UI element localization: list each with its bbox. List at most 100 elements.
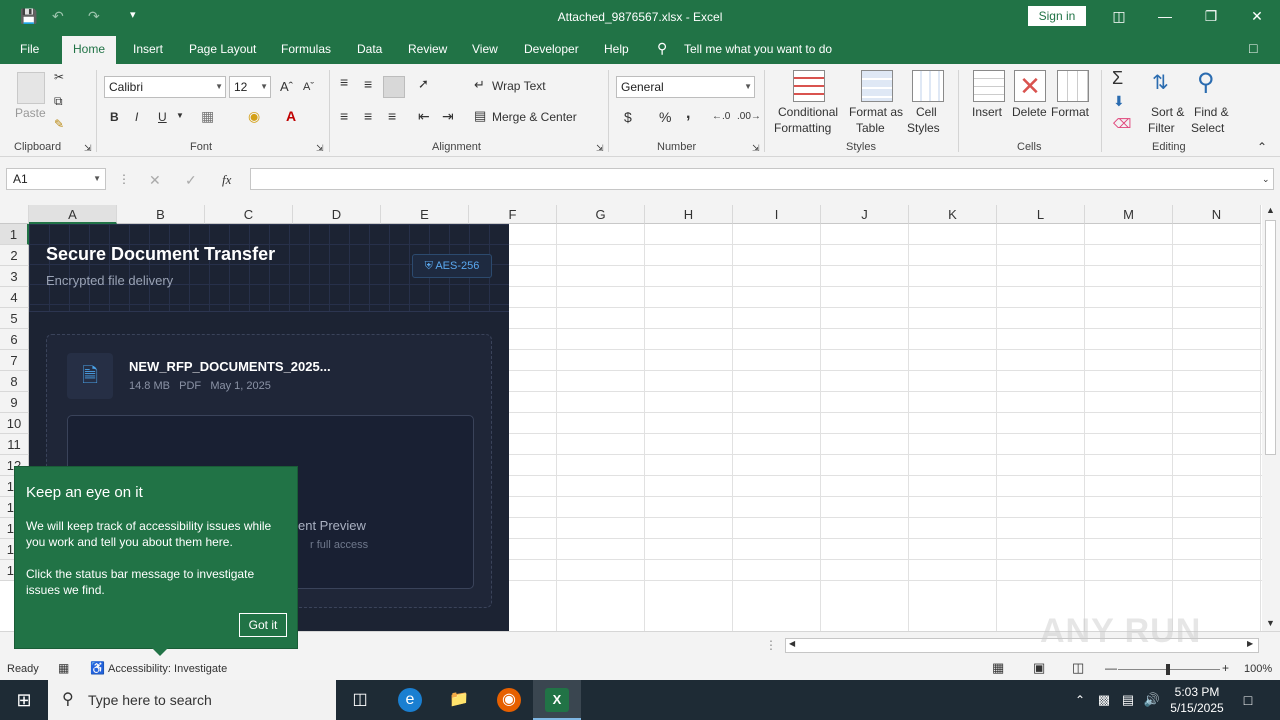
merge-center-icon[interactable]: ▤ xyxy=(474,108,486,124)
confirm-entry-icon[interactable]: ✓ xyxy=(185,172,197,189)
currency-button[interactable]: $ xyxy=(624,109,632,125)
tab-help[interactable]: Help xyxy=(604,42,629,56)
row-header-2[interactable]: 2 xyxy=(0,245,29,266)
borders-icon[interactable]: ▦ xyxy=(201,108,214,125)
sort-filter-label2[interactable]: Filter xyxy=(1148,121,1175,135)
row-header-1[interactable]: 1 xyxy=(0,224,29,245)
column-header-e[interactable]: E xyxy=(381,205,469,224)
ribbon-display-icon[interactable]: ◫ xyxy=(1096,0,1142,33)
italic-button[interactable]: I xyxy=(135,110,138,124)
column-header-k[interactable]: K xyxy=(909,205,997,224)
cell-styles-label[interactable]: Cell xyxy=(916,105,937,119)
increase-indent-icon[interactable]: ⇥ xyxy=(442,108,454,125)
paste-button[interactable]: Paste xyxy=(15,106,46,120)
find-select-icon[interactable]: ⚲ xyxy=(1197,68,1215,97)
sort-filter-label[interactable]: Sort & xyxy=(1151,105,1184,119)
alignment-launcher-icon[interactable]: ⇲ xyxy=(596,143,604,154)
font-size-combo[interactable]: 12 ▼ xyxy=(229,76,271,98)
font-launcher-icon[interactable]: ⇲ xyxy=(316,143,324,154)
fill-color-icon[interactable]: ◉ xyxy=(248,108,260,125)
formula-input[interactable] xyxy=(250,168,1274,190)
fill-icon[interactable]: ⬇ xyxy=(1113,93,1125,110)
collapse-ribbon-icon[interactable]: ⌃ xyxy=(1257,140,1267,154)
format-as-table-label[interactable]: Format as xyxy=(849,105,903,119)
column-header-m[interactable]: M xyxy=(1085,205,1173,224)
tell-me-search[interactable]: Tell me what you want to do xyxy=(684,42,832,56)
align-top-icon[interactable]: ≡ xyxy=(340,74,348,90)
select-all-corner[interactable] xyxy=(0,205,29,224)
tab-insert[interactable]: Insert xyxy=(133,42,163,56)
tray-overflow-icon[interactable]: ⌃ xyxy=(1068,688,1092,712)
tab-developer[interactable]: Developer xyxy=(524,42,579,56)
wrap-text-icon[interactable]: ↵ xyxy=(474,77,485,93)
wrap-text-button[interactable]: Wrap Text xyxy=(492,79,546,93)
scroll-down-icon[interactable]: ▼ xyxy=(1266,618,1275,628)
cut-icon[interactable]: ✂ xyxy=(54,70,64,84)
font-name-combo[interactable]: Calibri ▼ xyxy=(104,76,226,98)
notification-icon[interactable]: □ xyxy=(1236,688,1260,712)
insert-cells-icon[interactable] xyxy=(973,70,1005,102)
column-header-i[interactable]: I xyxy=(733,205,821,224)
normal-view-icon[interactable]: ▦ xyxy=(992,660,1004,676)
column-header-g[interactable]: G xyxy=(557,205,645,224)
windows-start-icon[interactable]: ⊞ xyxy=(12,688,36,712)
comma-button[interactable]: , xyxy=(686,105,690,123)
column-header-j[interactable]: J xyxy=(821,205,909,224)
firefox-icon[interactable]: ◉ xyxy=(497,688,521,712)
row-header-8[interactable]: 8 xyxy=(0,371,29,392)
align-bottom-icon[interactable] xyxy=(383,76,405,98)
got-it-button[interactable]: Got it xyxy=(239,613,287,637)
insert-function-button[interactable]: fx xyxy=(222,172,231,188)
close-button[interactable]: ✕ xyxy=(1234,0,1280,33)
align-left-icon[interactable]: ≡ xyxy=(340,108,348,124)
insert-cells-button[interactable]: Insert xyxy=(972,105,1002,119)
decrease-indent-icon[interactable]: ⇤ xyxy=(418,108,430,125)
column-header-f[interactable]: F xyxy=(469,205,557,224)
taskbar-search[interactable]: ⚲ Type here to search xyxy=(48,680,336,720)
sort-filter-icon[interactable]: ⇅ xyxy=(1152,70,1169,95)
scroll-left-icon[interactable]: ◀ xyxy=(789,639,795,648)
excel-taskbar-button[interactable]: X xyxy=(533,680,581,720)
splitter-icon[interactable]: ⋮ xyxy=(765,638,777,652)
page-layout-view-icon[interactable]: ▣ xyxy=(1033,660,1045,676)
row-header-3[interactable]: 3 xyxy=(0,266,29,287)
expand-formula-icon[interactable]: ⌄ xyxy=(1262,174,1270,185)
network-icon[interactable]: ▤ xyxy=(1116,688,1140,712)
tab-view[interactable]: View xyxy=(472,42,498,56)
paste-icon[interactable] xyxy=(17,72,45,104)
orientation-icon[interactable]: ➚ xyxy=(418,76,429,92)
percent-button[interactable]: % xyxy=(659,109,671,125)
row-header-4[interactable]: 4 xyxy=(0,287,29,308)
tab-page-layout[interactable]: Page Layout xyxy=(189,42,256,56)
name-box[interactable]: A1 ▼ xyxy=(6,168,106,190)
align-middle-icon[interactable]: ≡ xyxy=(364,76,372,92)
row-header-9[interactable]: 9 xyxy=(0,392,29,413)
device-icon[interactable]: ▩ xyxy=(1092,688,1116,712)
zoom-level[interactable]: 100% xyxy=(1244,663,1272,675)
conditional-formatting-icon[interactable] xyxy=(793,70,825,102)
find-select-label2[interactable]: Select xyxy=(1191,121,1224,135)
increase-decimal-icon[interactable]: ←.0 xyxy=(712,111,730,122)
bold-button[interactable]: B xyxy=(110,110,119,124)
conditional-formatting-label2[interactable]: Formatting xyxy=(774,121,831,135)
zoom-in-icon[interactable]: + xyxy=(1222,661,1229,675)
accessibility-icon[interactable]: ♿ xyxy=(90,661,105,675)
tab-review[interactable]: Review xyxy=(408,42,447,56)
format-cells-button[interactable]: Format xyxy=(1051,105,1089,119)
decrease-font-icon[interactable]: Aˇ xyxy=(303,81,314,93)
tab-home[interactable]: Home xyxy=(62,36,117,64)
underline-button[interactable]: U xyxy=(158,110,167,124)
row-header-7[interactable]: 7 xyxy=(0,350,29,371)
number-launcher-icon[interactable]: ⇲ xyxy=(752,143,760,154)
scroll-right-icon[interactable]: ▶ xyxy=(1247,639,1253,648)
delete-cells-button[interactable]: Delete xyxy=(1012,105,1047,119)
zoom-out-icon[interactable]: — xyxy=(1105,661,1117,675)
clear-icon[interactable]: ⌫ xyxy=(1113,116,1131,132)
column-header-a[interactable]: A xyxy=(29,205,117,224)
cell-styles-label2[interactable]: Styles xyxy=(907,121,940,135)
column-header-h[interactable]: H xyxy=(645,205,733,224)
file-explorer-icon[interactable]: 📁 xyxy=(447,688,471,712)
column-header-d[interactable]: D xyxy=(293,205,381,224)
clipboard-launcher-icon[interactable]: ⇲ xyxy=(84,143,92,154)
zoom-slider-thumb[interactable] xyxy=(1166,664,1170,675)
